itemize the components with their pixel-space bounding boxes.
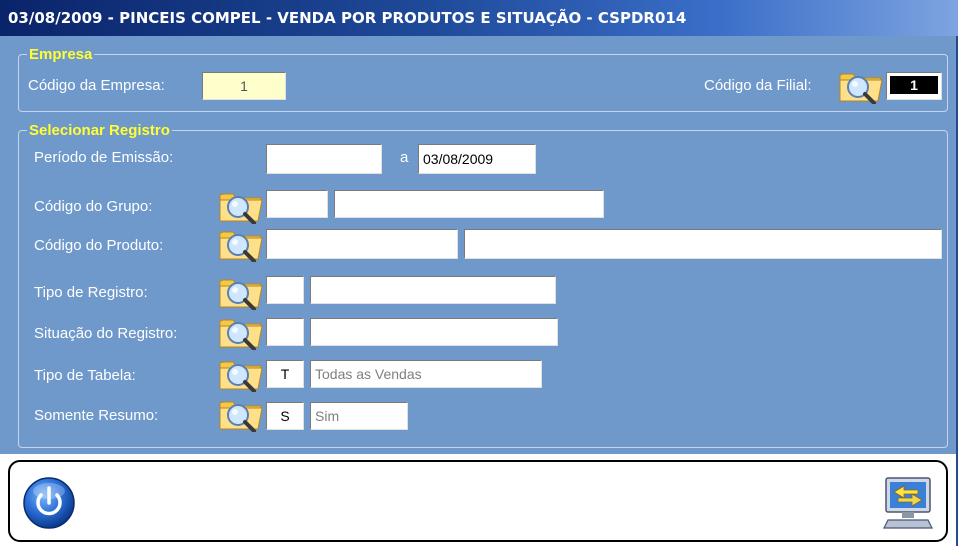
tipo-tabela-label: Tipo de Tabela: xyxy=(34,367,136,384)
somente-resumo-label: Somente Resumo: xyxy=(34,407,159,424)
produto-desc-field[interactable] xyxy=(464,229,942,259)
grupo-code-field[interactable] xyxy=(266,190,328,218)
filial-search-icon[interactable] xyxy=(838,66,884,104)
codigo-produto-label: Código do Produto: xyxy=(34,237,164,254)
tipo-registro-desc-field[interactable] xyxy=(310,276,556,304)
situacao-registro-label: Situação do Registro: xyxy=(34,325,178,342)
produto-code-field[interactable] xyxy=(266,229,458,259)
grupo-desc-field[interactable] xyxy=(334,190,604,218)
situacao-search-icon[interactable] xyxy=(218,312,264,350)
tipo-registro-search-icon[interactable] xyxy=(218,272,264,310)
periodo-emissao-label: Período de Emissão: xyxy=(34,149,174,166)
codigo-filial-value: 1 xyxy=(890,76,938,94)
codigo-empresa-field[interactable]: 1 xyxy=(202,72,286,100)
main-panel: Empresa Código da Empresa: 1 Código da F… xyxy=(0,36,958,454)
tipo-registro-label: Tipo de Registro: xyxy=(34,284,148,301)
tipo-tabela-desc-field: Todas as Vendas xyxy=(310,360,542,388)
periodo-inicio-field[interactable] xyxy=(266,144,382,174)
periodo-sep-label: a xyxy=(400,149,409,166)
codigo-grupo-label: Código do Grupo: xyxy=(34,198,153,215)
codigo-filial-field[interactable]: 1 xyxy=(886,72,942,100)
tipo-registro-code-field[interactable] xyxy=(266,276,304,304)
situacao-code-field[interactable] xyxy=(266,318,304,346)
action-bar xyxy=(8,460,948,542)
registro-legend: Selecionar Registro xyxy=(29,122,170,139)
power-icon[interactable] xyxy=(22,476,76,530)
tipo-tabela-search-icon[interactable] xyxy=(218,354,264,392)
codigo-filial-label: Código da Filial: xyxy=(704,77,812,94)
export-computer-icon[interactable] xyxy=(880,474,936,532)
resumo-search-icon[interactable] xyxy=(218,394,264,432)
codigo-empresa-label: Código da Empresa: xyxy=(28,77,165,94)
resumo-code-field[interactable]: S xyxy=(266,402,304,430)
produto-search-icon[interactable] xyxy=(218,224,264,262)
window-title: 03/08/2009 - PINCEIS COMPEL - VENDA POR … xyxy=(0,0,958,36)
periodo-fim-field[interactable]: 03/08/2009 xyxy=(418,144,536,174)
empresa-legend: Empresa xyxy=(29,46,93,63)
grupo-search-icon[interactable] xyxy=(218,186,264,224)
resumo-desc-field: Sim xyxy=(310,402,408,430)
tipo-tabela-code-field[interactable]: T xyxy=(266,360,304,388)
situacao-desc-field[interactable] xyxy=(310,318,558,346)
